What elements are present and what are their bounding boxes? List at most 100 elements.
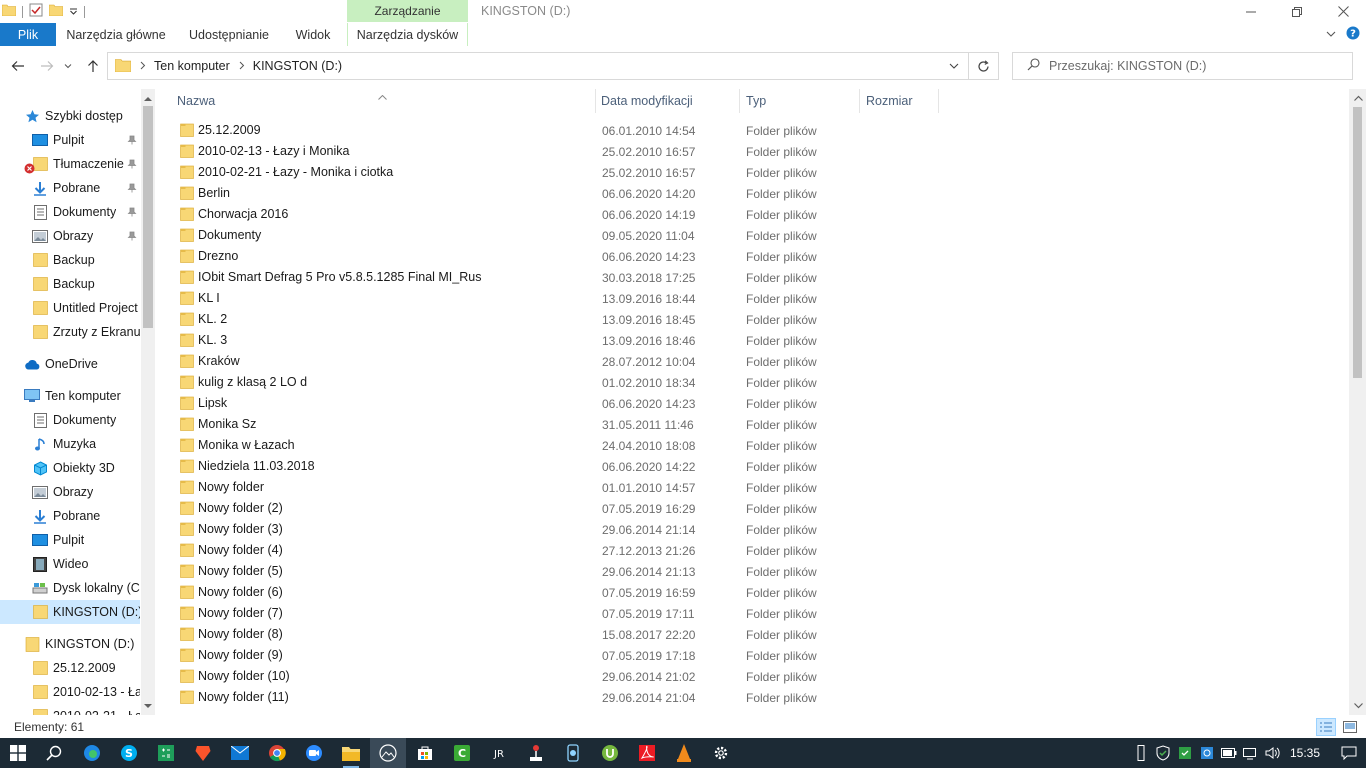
column-separator[interactable]: [859, 89, 860, 113]
details-view-button[interactable]: [1316, 718, 1336, 736]
table-row[interactable]: KL. 2 13.09.2016 18:45 Folder plików: [173, 309, 943, 330]
sidebar-item-pc-dysk-lokalny-c-[interactable]: Dysk lokalny (C:): [0, 576, 140, 600]
breadcrumb-chevron-icon[interactable]: [140, 59, 146, 73]
table-row[interactable]: Nowy folder (8) 15.08.2017 22:20 Folder pl…: [173, 624, 943, 645]
vlc-icon[interactable]: [672, 741, 696, 765]
table-row[interactable]: Dokumenty 09.05.2020 11:04 Folder plików: [173, 225, 943, 246]
breadcrumb-this-pc[interactable]: Ten komputer: [154, 59, 230, 73]
sidebar-item-onedrive[interactable]: OneDrive: [0, 352, 140, 376]
start-icon[interactable]: [6, 741, 30, 765]
tab-file[interactable]: Plik: [0, 23, 56, 46]
properties-icon[interactable]: [29, 3, 43, 20]
joystick-icon[interactable]: [524, 741, 548, 765]
expand-ribbon-icon[interactable]: [1326, 28, 1336, 42]
table-row[interactable]: Drezno 06.06.2020 14:23 Folder plików: [173, 246, 943, 267]
breadcrumb-chevron-icon[interactable]: [239, 59, 245, 73]
tab-view[interactable]: Widok: [286, 23, 340, 46]
sidebar-item-quick-backup[interactable]: Backup: [0, 248, 140, 272]
scroll-down-arrow-icon[interactable]: [141, 699, 155, 713]
edge-icon[interactable]: [80, 741, 104, 765]
table-row[interactable]: 2010-02-21 - Łazy - Monika i ciotka 25.02…: [173, 162, 943, 183]
table-row[interactable]: Monika w Łazach 24.04.2010 18:08 Folder pl…: [173, 435, 943, 456]
sidebar-item-pc-obrazy[interactable]: Obrazy: [0, 480, 140, 504]
column-separator[interactable]: [739, 89, 740, 113]
network-icon[interactable]: [1240, 738, 1262, 768]
skype-icon[interactable]: S: [117, 741, 141, 765]
back-button[interactable]: [9, 57, 27, 75]
store-icon[interactable]: [413, 741, 437, 765]
tab-drive-tools[interactable]: Narzędzia dysków: [347, 23, 468, 46]
camtasia-icon[interactable]: C: [450, 741, 474, 765]
sidebar-item-pc-wideo[interactable]: Wideo: [0, 552, 140, 576]
column-header-type[interactable]: Typ: [746, 89, 858, 113]
column-separator[interactable]: [595, 89, 596, 113]
sidebar-item-quick-backup[interactable]: Backup: [0, 272, 140, 296]
large-icons-view-button[interactable]: [1340, 718, 1360, 736]
pin-icon[interactable]: [127, 158, 137, 172]
defender-shield-icon[interactable]: [1152, 738, 1174, 768]
forward-button[interactable]: [38, 57, 56, 75]
table-row[interactable]: Nowy folder (2) 07.05.2019 16:29 Folder pl…: [173, 498, 943, 519]
table-row[interactable]: Lipsk 06.06.2020 14:23 Folder plików: [173, 393, 943, 414]
table-row[interactable]: Nowy folder (5) 29.06.2014 21:13 Folder pl…: [173, 561, 943, 582]
breadcrumb-kingston[interactable]: KINGSTON (D:): [253, 59, 342, 73]
file-explorer-icon[interactable]: [339, 741, 363, 768]
navpane-scroll-thumb[interactable]: [143, 106, 153, 328]
address-bar[interactable]: Ten komputer KINGSTON (D:): [107, 52, 969, 80]
sidebar-item-quick-obrazy[interactable]: Obrazy: [0, 224, 140, 248]
table-row[interactable]: Chorwacja 2016 06.06.2020 14:19 Folder pli…: [173, 204, 943, 225]
table-row[interactable]: Nowy folder (6) 07.05.2019 16:59 Folder pl…: [173, 582, 943, 603]
utorrent-icon[interactable]: [598, 741, 622, 765]
windows-update-icon[interactable]: [1196, 738, 1218, 768]
search-box[interactable]: [1012, 52, 1353, 80]
acrobat-icon[interactable]: [635, 741, 659, 765]
green-app-icon[interactable]: [1174, 738, 1196, 768]
table-row[interactable]: 2010-02-13 - Łazy i Monika 25.02.2010 16:…: [173, 141, 943, 162]
table-row[interactable]: KL I 13.09.2016 18:44 Folder plików: [173, 288, 943, 309]
zoom-icon[interactable]: [302, 741, 326, 765]
close-button[interactable]: [1320, 0, 1366, 23]
chrome-icon[interactable]: [265, 741, 289, 765]
minimize-button[interactable]: [1228, 0, 1274, 23]
table-row[interactable]: Nowy folder (7) 07.05.2019 17:11 Folder pl…: [173, 603, 943, 624]
table-row[interactable]: Berlin 06.06.2020 14:20 Folder plików: [173, 183, 943, 204]
calculator-icon[interactable]: [154, 741, 178, 765]
pin-icon[interactable]: [127, 206, 137, 220]
table-row[interactable]: Nowy folder (11) 29.06.2014 21:04 Folder p…: [173, 687, 943, 708]
table-row[interactable]: Monika Sz 31.05.2011 11:46 Folder plików: [173, 414, 943, 435]
usb-icon[interactable]: [1130, 738, 1152, 768]
tab-share[interactable]: Udostępnianie: [180, 23, 278, 46]
table-row[interactable]: Nowy folder (4) 27.12.2013 21:26 Folder pl…: [173, 540, 943, 561]
table-row[interactable]: KL. 3 13.09.2016 18:46 Folder plików: [173, 330, 943, 351]
photos-icon[interactable]: [370, 738, 406, 768]
sidebar-item-quick-untitled-project[interactable]: Untitled Project: [0, 296, 140, 320]
table-row[interactable]: 25.12.2009 06.01.2010 14:54 Folder plików: [173, 120, 943, 141]
sidebar-item-kingston-folder[interactable]: 25.12.2009: [0, 656, 140, 680]
navpane-scrollbar[interactable]: [141, 89, 155, 715]
clock[interactable]: 15:35: [1284, 746, 1332, 760]
table-row[interactable]: kulig z klasą 2 LO d 01.02.2010 18:34 Fold…: [173, 372, 943, 393]
jr-icon[interactable]: JR: [487, 741, 511, 765]
mail-icon[interactable]: [228, 741, 252, 765]
address-history-chevron-icon[interactable]: [949, 59, 959, 73]
sidebar-item-quick-zrzuty-z-ekranu[interactable]: Zrzuty z Ekranu: [0, 320, 140, 344]
restore-button[interactable]: [1274, 0, 1320, 23]
column-header-name[interactable]: Nazwa: [177, 89, 595, 113]
help-icon[interactable]: ?: [1346, 26, 1360, 43]
sidebar-item-kingston-folder[interactable]: 2010-02-21 - Łazy - Monika i ciotka: [0, 704, 140, 715]
pin-icon[interactable]: [127, 134, 137, 148]
content-scroll-thumb[interactable]: [1353, 107, 1362, 378]
battery-icon[interactable]: [1218, 738, 1240, 768]
column-header-date[interactable]: Data modyfikacji: [601, 89, 739, 113]
brave-icon[interactable]: [191, 741, 215, 765]
up-button[interactable]: [84, 57, 102, 75]
sidebar-item-pc-muzyka[interactable]: Muzyka: [0, 432, 140, 456]
sidebar-item-quick-access[interactable]: Szybki dostęp: [0, 104, 140, 128]
table-row[interactable]: Niedziela 11.03.2018 06.06.2020 14:22 Fold…: [173, 456, 943, 477]
sidebar-item-quick-tłumaczenie[interactable]: Tłumaczenie: [0, 152, 140, 176]
sidebar-item-quick-dokumenty[interactable]: Dokumenty: [0, 200, 140, 224]
new-folder-icon[interactable]: [48, 4, 64, 19]
cleaner-icon[interactable]: [561, 741, 585, 765]
table-row[interactable]: Nowy folder (9) 07.05.2019 17:18 Folder pl…: [173, 645, 943, 666]
table-row[interactable]: IObit Smart Defrag 5 Pro v5.8.5.1285 Fin…: [173, 267, 943, 288]
